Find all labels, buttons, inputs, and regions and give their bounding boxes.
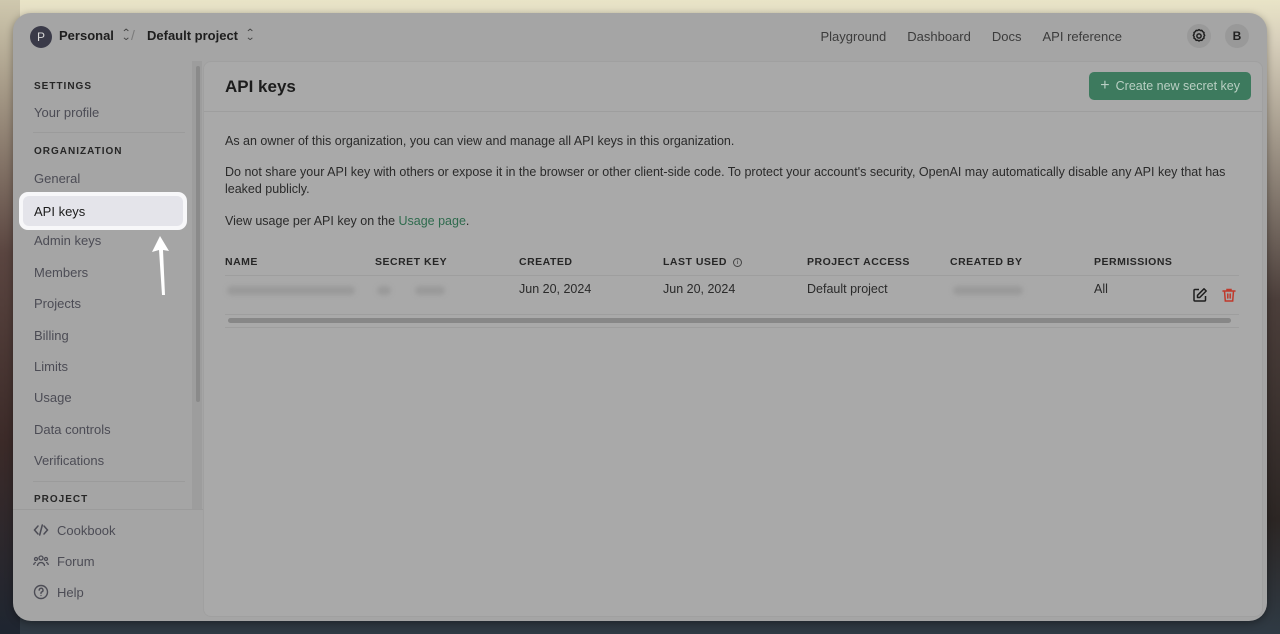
chevron-up-down-icon: ⌃ ⌄ xyxy=(121,27,132,43)
section-organization: ORGANIZATION xyxy=(34,146,123,157)
sidebar: SETTINGS Your profile ORGANIZATION Gener… xyxy=(13,61,203,621)
project-switcher[interactable]: Default project ⌃ ⌄ xyxy=(147,27,256,43)
security-warning: Do not share your API key with others or… xyxy=(225,165,1226,196)
org-name: Personal xyxy=(59,28,114,43)
last-used-date: Jun 20, 2024 xyxy=(663,282,736,296)
sidebar-item-limits[interactable]: Limits xyxy=(34,359,68,374)
usage-page-link[interactable]: Usage page xyxy=(399,214,466,228)
cookbook-label: Cookbook xyxy=(57,522,116,538)
top-nav: Playground Dashboard Docs API reference xyxy=(820,29,1122,44)
breadcrumb-separator: / xyxy=(131,27,135,43)
sidebar-item-billing[interactable]: Billing xyxy=(34,328,69,343)
row-divider xyxy=(225,314,1239,315)
sidebar-item-members[interactable]: Members xyxy=(34,265,88,280)
help-circle-icon xyxy=(33,584,49,600)
help-label: Help xyxy=(57,584,84,600)
pointer-arrow-icon xyxy=(152,236,169,295)
settings-button[interactable] xyxy=(1187,24,1211,48)
users-icon xyxy=(33,555,49,567)
sidebar-link-forum[interactable]: Forum xyxy=(33,553,95,569)
created-by-redacted xyxy=(953,286,1023,295)
org-avatar[interactable]: P xyxy=(30,26,52,48)
column-header-secret-key: SECRET KEY xyxy=(375,256,448,268)
create-button-label: Create new secret key xyxy=(1115,79,1240,93)
permissions: All xyxy=(1094,282,1108,296)
info-icon[interactable]: i xyxy=(733,258,743,267)
key-name-redacted xyxy=(227,286,355,295)
trash-icon[interactable] xyxy=(1221,287,1237,303)
sidebar-item-admin-keys[interactable]: Admin keys xyxy=(34,233,101,248)
sidebar-scrollbar-thumb[interactable] xyxy=(196,66,200,402)
create-secret-key-button[interactable]: + Create new secret key xyxy=(1089,72,1251,100)
sidebar-link-help[interactable]: Help xyxy=(33,584,84,600)
usage-notice-prefix: View usage per API key on the xyxy=(225,214,399,228)
sidebar-link-cookbook[interactable]: Cookbook xyxy=(33,522,116,538)
sidebar-item-api-keys[interactable]: API keys xyxy=(19,192,187,230)
usage-notice-suffix: . xyxy=(465,214,470,228)
secret-key-redacted xyxy=(377,286,391,295)
column-header-created: CREATED xyxy=(519,256,573,268)
secret-key-redacted xyxy=(415,286,445,295)
nav-playground[interactable]: Playground xyxy=(820,29,886,44)
project-name: Default project xyxy=(147,28,239,43)
owner-notice: As an owner of this organization, you ca… xyxy=(225,134,735,148)
column-header-name: NAME xyxy=(225,256,258,268)
top-bar: P Personal ⌃ ⌄ / Default project ⌃ ⌄ Playg… xyxy=(13,13,1267,61)
created-date: Jun 20, 2024 xyxy=(519,282,592,296)
column-header-permissions: PERMISSIONS xyxy=(1094,256,1173,268)
sidebar-item-verifications[interactable]: Verifications xyxy=(34,453,104,468)
table-bottom-border xyxy=(225,327,1239,328)
page-header: API keys + Create new secret key xyxy=(204,62,1262,112)
edit-icon[interactable] xyxy=(1192,287,1208,303)
section-project: PROJECT xyxy=(34,494,89,505)
header-divider xyxy=(225,275,1239,276)
forum-label: Forum xyxy=(57,553,95,569)
nav-api-reference[interactable]: API reference xyxy=(1043,29,1123,44)
table-horizontal-scrollbar[interactable] xyxy=(228,318,1231,323)
sidebar-divider xyxy=(33,481,185,482)
column-header-project-access: PROJECT ACCESS xyxy=(807,256,910,268)
chevron-up-down-icon: ⌃ ⌄ xyxy=(245,27,256,43)
sidebar-footer-divider xyxy=(13,509,203,510)
sidebar-item-general[interactable]: General xyxy=(34,171,80,186)
sidebar-item-your-profile[interactable]: Your profile xyxy=(34,105,99,120)
section-settings: SETTINGS xyxy=(34,81,93,92)
plus-icon: + xyxy=(1100,77,1110,94)
app-window: P Personal ⌃ ⌄ / Default project ⌃ ⌄ Playg… xyxy=(13,13,1267,621)
project-access: Default project xyxy=(807,282,888,296)
page-title: API keys xyxy=(225,77,296,96)
last-used-label: LAST USED xyxy=(663,256,728,268)
nav-docs[interactable]: Docs xyxy=(992,29,1022,44)
sidebar-item-usage[interactable]: Usage xyxy=(34,390,72,405)
usage-notice: View usage per API key on the Usage page… xyxy=(225,213,469,230)
column-header-last-used: LAST USED i xyxy=(663,256,743,268)
code-icon xyxy=(33,524,49,536)
sidebar-item-label: API keys xyxy=(23,196,183,226)
sidebar-divider xyxy=(33,132,185,133)
main-panel: API keys + Create new secret key As an o… xyxy=(203,61,1263,617)
user-avatar[interactable]: B xyxy=(1225,24,1249,48)
nav-dashboard[interactable]: Dashboard xyxy=(907,29,971,44)
sidebar-item-projects[interactable]: Projects xyxy=(34,296,81,311)
org-switcher[interactable]: Personal ⌃ ⌄ xyxy=(59,27,132,43)
sidebar-item-data-controls[interactable]: Data controls xyxy=(34,422,111,437)
column-header-created-by: CREATED BY xyxy=(950,256,1023,268)
gear-icon xyxy=(1192,28,1206,42)
